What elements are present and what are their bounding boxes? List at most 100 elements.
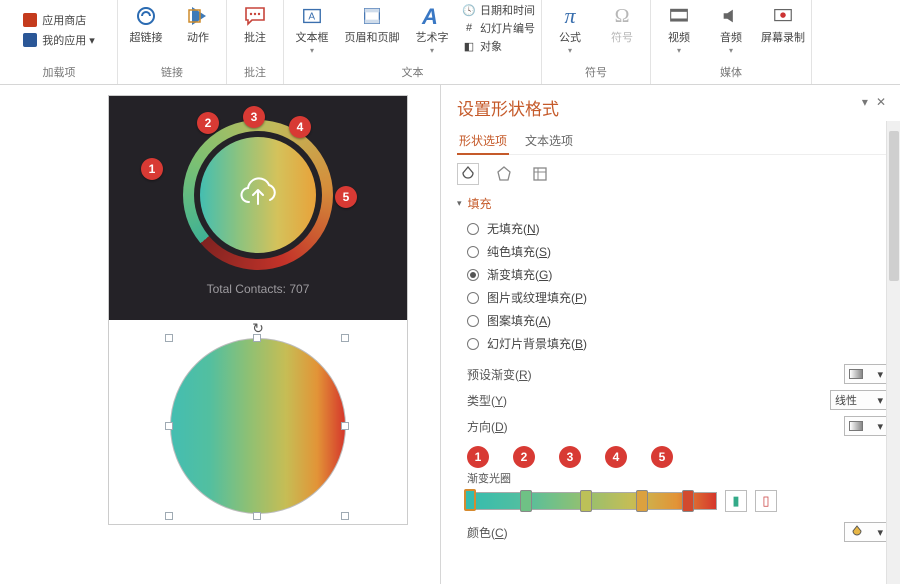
resize-handle[interactable] bbox=[341, 512, 349, 520]
equation-icon: π bbox=[556, 2, 584, 30]
wordart-button[interactable]: A 艺术字 ▾ bbox=[410, 2, 454, 55]
headerfooter-button[interactable]: 页眉和页脚 bbox=[342, 2, 402, 45]
tab-shape-options[interactable]: 形状选项 bbox=[457, 128, 509, 155]
resize-handle[interactable] bbox=[165, 334, 173, 342]
object-button[interactable]: ◧ 对象 bbox=[462, 38, 535, 54]
fill-section-header[interactable]: ▾ 填充 bbox=[457, 195, 888, 212]
type-field: 类型(Y) 线性▾ bbox=[467, 390, 888, 410]
fill-line-icon[interactable] bbox=[457, 163, 479, 185]
resize-handle[interactable] bbox=[253, 334, 261, 342]
add-stop-button[interactable]: ▮ bbox=[725, 490, 747, 512]
group-label-links: 链接 bbox=[161, 64, 183, 80]
slide-canvas[interactable]: Total Contacts: 707 1 2 3 4 5 ↻ bbox=[108, 95, 408, 525]
group-text: A 文本框 ▾ 页眉和页脚 A 艺术字 ▾ 🕓 bbox=[284, 0, 542, 84]
type-dropdown[interactable]: 线性▾ bbox=[830, 390, 888, 410]
pane-close-icon[interactable]: ✕ bbox=[876, 95, 886, 109]
comment-button[interactable]: 批注 bbox=[233, 2, 277, 45]
selection-frame[interactable]: ↻ bbox=[163, 324, 353, 524]
slidenum-icon: # bbox=[462, 21, 476, 35]
main: Total Contacts: 707 1 2 3 4 5 ↻ bbox=[0, 85, 900, 584]
canvas-badge-4: 4 bbox=[289, 116, 311, 138]
radio-pattern-fill[interactable]: 图案填充(A) bbox=[467, 312, 888, 329]
collapse-arrow-icon: ▾ bbox=[457, 198, 462, 209]
pane-menu-icon[interactable]: ▾ bbox=[862, 95, 868, 109]
recording-button[interactable]: 屏幕录制 bbox=[761, 2, 805, 45]
group-links: 超链接 动作 链接 bbox=[118, 0, 227, 84]
gradient-stop-slider-row: ▮ ▯ bbox=[467, 490, 888, 512]
gradient-stop-4[interactable] bbox=[636, 490, 648, 512]
pane-scrollbar[interactable] bbox=[886, 121, 900, 584]
hyperlink-button[interactable]: 超链接 bbox=[124, 2, 168, 45]
dropdown-arrow-icon: ▾ bbox=[430, 46, 434, 55]
dropdown-arrow-icon: ▾ bbox=[677, 46, 681, 55]
radio-gradient-fill[interactable]: 渐变填充(G) bbox=[467, 266, 888, 283]
preset-gradient-dropdown[interactable]: ▾ bbox=[844, 364, 888, 384]
radio-picture-fill[interactable]: 图片或纹理填充(P) bbox=[467, 289, 888, 306]
radio-solid-fill[interactable]: 纯色填充(S) bbox=[467, 243, 888, 260]
text-extra-list: 🕓 日期和时间 # 幻灯片编号 ◧ 对象 bbox=[462, 2, 535, 54]
direction-dropdown[interactable]: ▾ bbox=[844, 416, 888, 436]
gradient-stop-slider[interactable] bbox=[467, 492, 717, 510]
stop-pill-3: 3 bbox=[559, 446, 581, 468]
effects-icon[interactable] bbox=[493, 163, 515, 185]
slidenum-button[interactable]: # 幻灯片编号 bbox=[462, 20, 535, 36]
gradient-stop-3[interactable] bbox=[580, 490, 592, 512]
my-apps-button[interactable]: 我的应用 ▾ bbox=[23, 32, 95, 48]
gradient-stop-5[interactable] bbox=[682, 490, 694, 512]
tab-text-options[interactable]: 文本选项 bbox=[523, 128, 575, 154]
radio-slidebg-fill[interactable]: 幻灯片背景填充(B) bbox=[467, 335, 888, 352]
action-button[interactable]: 动作 bbox=[176, 2, 220, 45]
audio-button[interactable]: 音频 ▾ bbox=[709, 2, 753, 55]
scrollbar-thumb[interactable] bbox=[889, 131, 899, 281]
store-icon bbox=[23, 13, 37, 27]
fill-radios: 无填充(N) 纯色填充(S) 渐变填充(G) 图片或纹理填充(P) 图案填充(A… bbox=[467, 220, 888, 352]
object-icon: ◧ bbox=[462, 39, 476, 53]
ribbon-left-spacer: 应用商店 我的应用 ▾ 加载项 bbox=[0, 0, 118, 84]
group-label-text: 文本 bbox=[402, 64, 424, 80]
addins-block: 应用商店 我的应用 ▾ bbox=[23, 2, 95, 58]
stop-pill-5: 5 bbox=[651, 446, 673, 468]
textbox-icon: A bbox=[298, 2, 326, 30]
group-label-symbols: 符号 bbox=[585, 64, 607, 80]
remove-stop-button[interactable]: ▯ bbox=[755, 490, 777, 512]
resize-handle[interactable] bbox=[341, 422, 349, 430]
symbol-button[interactable]: Ω 符号 bbox=[600, 2, 644, 45]
resize-handle[interactable] bbox=[341, 334, 349, 342]
textbox-button[interactable]: A 文本框 ▾ bbox=[290, 2, 334, 55]
gradient-ring bbox=[183, 120, 333, 270]
group-label-addins: 加载项 bbox=[43, 64, 76, 80]
action-icon bbox=[184, 2, 212, 30]
resize-handle[interactable] bbox=[253, 512, 261, 520]
gradient-stop-2[interactable] bbox=[520, 490, 532, 512]
resize-handle[interactable] bbox=[165, 422, 173, 430]
canvas-badge-1: 1 bbox=[141, 158, 163, 180]
store-button[interactable]: 应用商店 bbox=[23, 12, 95, 28]
group-label-media: 媒体 bbox=[720, 64, 742, 80]
video-icon bbox=[665, 2, 693, 30]
equation-button[interactable]: π 公式 ▾ bbox=[548, 2, 592, 55]
canvas-badge-2: 2 bbox=[197, 112, 219, 134]
gradient-stop-1[interactable] bbox=[464, 489, 476, 511]
myapps-icon bbox=[23, 33, 37, 47]
group-label-comments: 批注 bbox=[244, 64, 266, 80]
datetime-button[interactable]: 🕓 日期和时间 bbox=[462, 2, 535, 18]
color-dropdown[interactable]: ▾ bbox=[844, 522, 888, 542]
gradient-circle-shape[interactable] bbox=[170, 338, 346, 514]
format-shape-pane: 设置形状格式 ▾ ✕ 形状选项 文本选项 ▾ 填充 无填充(N) 纯 bbox=[440, 85, 900, 584]
resize-handle[interactable] bbox=[165, 512, 173, 520]
comment-icon bbox=[241, 2, 269, 30]
radio-no-fill[interactable]: 无填充(N) bbox=[467, 220, 888, 237]
cloud-upload-icon bbox=[234, 170, 282, 221]
video-button[interactable]: 视频 ▾ bbox=[657, 2, 701, 55]
stop-pill-2: 2 bbox=[513, 446, 535, 468]
dropdown-arrow-icon: ▾ bbox=[729, 46, 733, 55]
canvas-column: Total Contacts: 707 1 2 3 4 5 ↻ bbox=[0, 85, 440, 584]
dropdown-arrow-icon: ▾ bbox=[568, 46, 572, 55]
wordart-icon: A bbox=[418, 2, 446, 30]
store-label: 应用商店 bbox=[42, 12, 86, 28]
canvas-badge-5: 5 bbox=[335, 186, 357, 208]
svg-text:A: A bbox=[308, 12, 315, 23]
ribbon: 应用商店 我的应用 ▾ 加载项 超链接 bbox=[0, 0, 900, 85]
size-properties-icon[interactable] bbox=[529, 163, 551, 185]
group-media: 视频 ▾ 音频 ▾ 屏幕录制 媒体 bbox=[651, 0, 812, 84]
